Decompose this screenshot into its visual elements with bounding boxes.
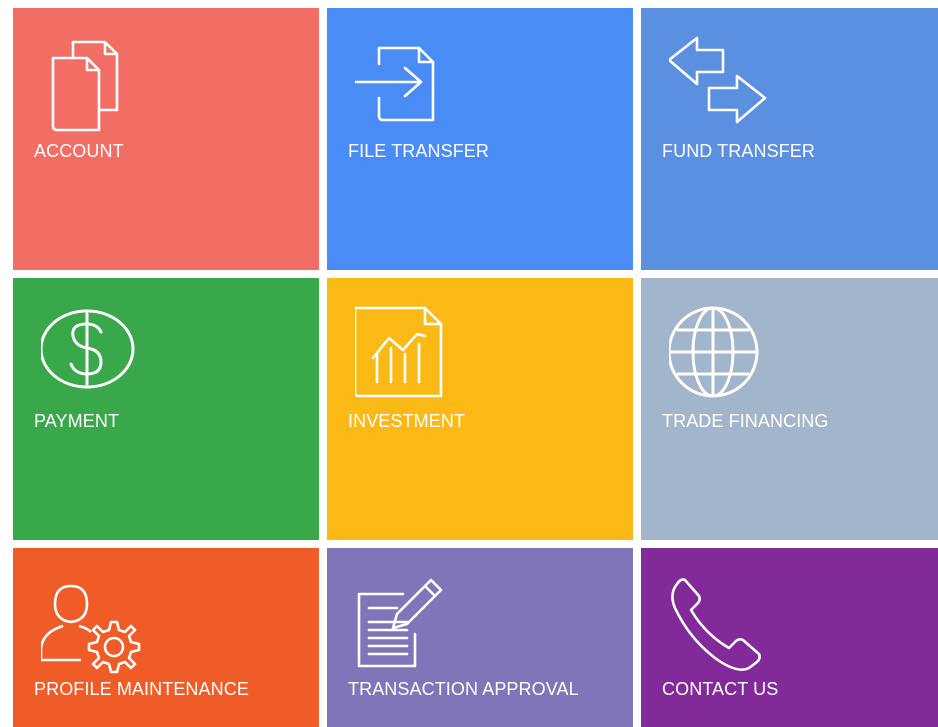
tile-label-profile-maintenance: PROFILE MAINTENANCE (34, 679, 249, 699)
file-import-icon (355, 36, 455, 136)
tile-profile-maintenance[interactable]: PROFILE MAINTENANCE (13, 548, 319, 727)
menu-tile-grid: ACCOUNT FILE TRANSFER FUND TRANSFER PAYM… (0, 0, 938, 727)
tile-account[interactable]: ACCOUNT (13, 8, 319, 270)
tile-transaction-approval[interactable]: TRANSACTION APPROVAL (327, 548, 633, 727)
tile-label-payment: PAYMENT (34, 411, 120, 431)
tile-contact-us[interactable]: CONTACT US (641, 548, 938, 727)
tile-payment[interactable]: PAYMENT (13, 278, 319, 540)
tile-label-fund-transfer: FUND TRANSFER (662, 141, 815, 161)
tile-label-transaction-approval: TRANSACTION APPROVAL (348, 679, 579, 699)
dollar-coin-icon (41, 306, 141, 406)
tile-trade-financing[interactable]: TRADE FINANCING (641, 278, 938, 540)
tile-label-investment: INVESTMENT (348, 411, 466, 431)
tile-label-account: ACCOUNT (34, 141, 124, 161)
globe-icon (669, 306, 769, 406)
tile-fund-transfer[interactable]: FUND TRANSFER (641, 8, 938, 270)
user-gear-icon (41, 574, 141, 674)
document-pen-icon (355, 574, 455, 674)
documents-icon (41, 36, 141, 136)
phone-icon (669, 574, 769, 674)
chart-document-icon (355, 306, 455, 406)
tile-label-trade-financing: TRADE FINANCING (662, 411, 829, 431)
tile-file-transfer[interactable]: FILE TRANSFER (327, 8, 633, 270)
tile-investment[interactable]: INVESTMENT (327, 278, 633, 540)
exchange-arrows-icon (669, 36, 769, 136)
tile-label-file-transfer: FILE TRANSFER (348, 141, 489, 161)
tile-label-contact-us: CONTACT US (662, 679, 779, 699)
